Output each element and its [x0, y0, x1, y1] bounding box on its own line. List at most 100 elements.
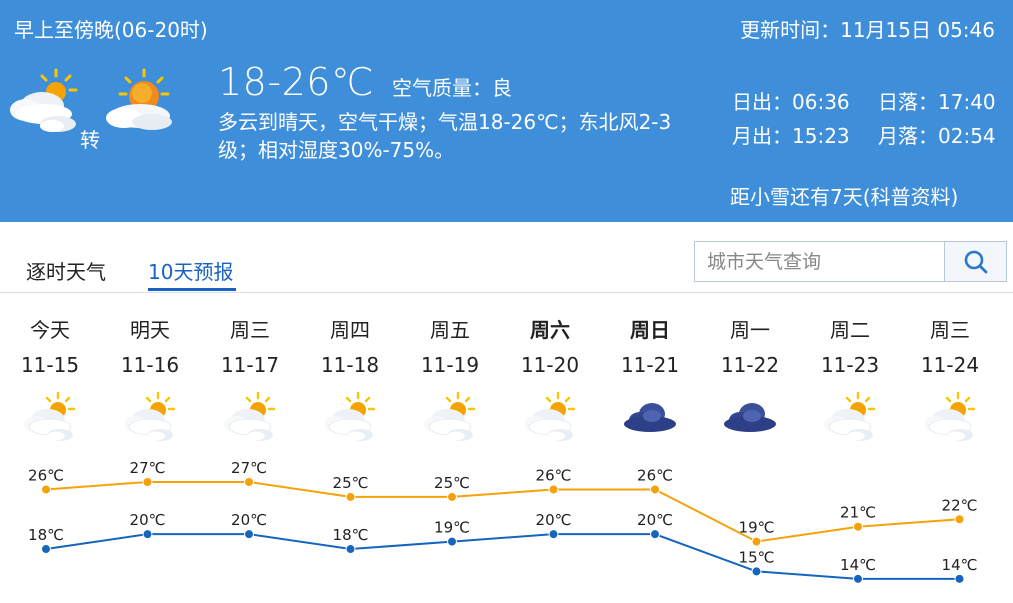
- forecast-date: 11-21: [620, 353, 680, 377]
- forecast-date: 11-20: [520, 353, 580, 377]
- high-temp-label: 25℃: [333, 474, 369, 492]
- high-temp-label: 27℃: [231, 459, 267, 477]
- high-temp-point: [751, 536, 762, 547]
- forecast-date: 11-15: [20, 353, 80, 377]
- low-temp-label: 20℃: [637, 511, 673, 529]
- high-temp-point: [853, 521, 863, 532]
- low-temp-point: [548, 529, 559, 540]
- sunset-label: 日落：: [878, 90, 938, 114]
- moonset: 月落：02:54: [878, 120, 996, 149]
- search-button[interactable]: [944, 241, 1007, 282]
- high-temp-point: [41, 484, 51, 495]
- temperature-range: 18-26℃: [218, 60, 375, 104]
- solar-term-link[interactable]: 距小雪还有7天(科普资料): [730, 181, 958, 210]
- partly-cloudy-icon: [922, 390, 978, 442]
- transition-label: 转: [80, 128, 100, 152]
- low-temp-point: [447, 536, 457, 547]
- high-temp-point: [244, 477, 254, 487]
- high-temp-point: [142, 477, 153, 487]
- update-time-label: 更新时间：: [740, 18, 841, 42]
- partly-cloudy-icon: [6, 66, 80, 136]
- air-quality-label: 空气质量：: [392, 76, 492, 100]
- low-temp-label: 14℃: [942, 556, 978, 574]
- high-temp-point: [548, 484, 559, 495]
- high-temp-label: 26℃: [536, 466, 572, 484]
- moonset-label: 月落：: [878, 124, 938, 148]
- today-summary-panel: 早上至傍晚(06-20时) 更新时间：11月15日 05:46 转 18-26℃…: [0, 0, 1013, 222]
- partly-cloudy-icon: [122, 390, 178, 442]
- air-quality-value: 良: [492, 76, 512, 100]
- forecast-weekday: 周三: [230, 318, 270, 342]
- update-time: 更新时间：11月15日 05:46: [740, 14, 995, 43]
- tabs-divider: [0, 292, 1013, 293]
- high-temp-label: 19℃: [739, 519, 775, 537]
- forecast-weekday: 周六: [530, 318, 570, 342]
- low-temp-point: [41, 544, 51, 555]
- low-temp-point: [650, 529, 660, 540]
- forecast-weekday: 周三: [930, 318, 970, 342]
- moonset-value: 02:54: [938, 124, 996, 148]
- weather-description: 多云到晴天，空气干燥；气温18-26℃；东北风2-3级；相对湿度30%-75%。: [218, 110, 672, 162]
- low-temp-point: [751, 566, 762, 577]
- forecast-date: 11-18: [320, 353, 380, 377]
- low-temp-label: 18℃: [28, 526, 64, 544]
- active-tab-indicator: [148, 288, 236, 291]
- high-temp-point: [650, 484, 660, 495]
- low-temp-line: [45, 533, 960, 580]
- partly-cloudy-icon: [22, 390, 78, 442]
- low-temp-label: 20℃: [130, 511, 166, 529]
- forecast-weekday: 周日: [630, 318, 670, 342]
- high-temp-label: 22℃: [942, 496, 978, 514]
- low-temp-point: [954, 573, 965, 584]
- forecast-weekday: 周二: [830, 318, 870, 342]
- sunset: 日落：17:40: [878, 86, 996, 115]
- forecast-weekday: 周四: [330, 318, 370, 342]
- forecast-date: 11-19: [420, 353, 480, 377]
- high-temp-line: [45, 481, 960, 543]
- low-temp-label: 19℃: [434, 519, 470, 537]
- low-temp-label: 20℃: [536, 511, 572, 529]
- city-search: [694, 241, 944, 282]
- low-temp-point: [853, 573, 863, 584]
- city-search-input[interactable]: [695, 242, 944, 281]
- moonrise: 月出：15:23: [732, 120, 850, 149]
- forecast-date: 11-22: [720, 353, 780, 377]
- high-temp-label: 26℃: [637, 466, 673, 484]
- partly-cloudy-icon: [522, 390, 578, 442]
- low-temp-label: 20℃: [231, 511, 267, 529]
- forecast-date: 11-17: [220, 353, 280, 377]
- high-temp-point: [954, 514, 965, 525]
- high-temp-label: 26℃: [28, 466, 64, 484]
- low-temp-label: 14℃: [840, 556, 876, 574]
- cloudy-icon: [722, 390, 778, 442]
- high-temp-label: 27℃: [130, 459, 166, 477]
- forecast-weekday: 今天: [30, 318, 70, 342]
- update-time-value: 11月15日 05:46: [840, 18, 995, 42]
- forecast-weekday: 明天: [130, 318, 170, 342]
- low-temp-point: [244, 529, 254, 540]
- forecast-weekday: 周一: [730, 318, 770, 342]
- cloudy-icon: [622, 390, 678, 442]
- low-temp-label: 18℃: [333, 526, 369, 544]
- tab-10-day-forecast[interactable]: 10天预报: [148, 256, 233, 285]
- partly-cloudy-icon: [822, 390, 878, 442]
- search-icon: [964, 250, 987, 273]
- forecast-weekday: 周五: [430, 318, 470, 342]
- air-quality: 空气质量：良: [392, 72, 512, 101]
- tab-hourly-weather[interactable]: 逐时天气: [26, 256, 106, 285]
- sunrise-value: 06:36: [792, 90, 850, 114]
- high-temp-point: [345, 491, 356, 502]
- forecast-date: 11-24: [920, 353, 980, 377]
- weather-page: 早上至傍晚(06-20时) 更新时间：11月15日 05:46 转 18-26℃…: [0, 0, 1013, 603]
- forecast-date: 11-23: [820, 353, 880, 377]
- temperature-chart: 26℃ 27℃ 27℃ 25℃ 25℃ 26℃ 26℃ 19℃ 21℃ 22℃ 18℃ 20℃ 20℃ 1…: [28, 459, 978, 584]
- high-temp-point: [447, 491, 457, 502]
- moonrise-value: 15:23: [792, 124, 850, 148]
- forecast-period: 早上至傍晚(06-20时): [14, 18, 208, 42]
- sunny-cloudy-icon: [102, 66, 176, 136]
- low-temp-point: [345, 544, 356, 555]
- partly-cloudy-icon: [422, 390, 478, 442]
- moonrise-label: 月出：: [732, 124, 792, 148]
- high-temp-label: 25℃: [434, 474, 470, 492]
- low-temp-point: [142, 529, 153, 540]
